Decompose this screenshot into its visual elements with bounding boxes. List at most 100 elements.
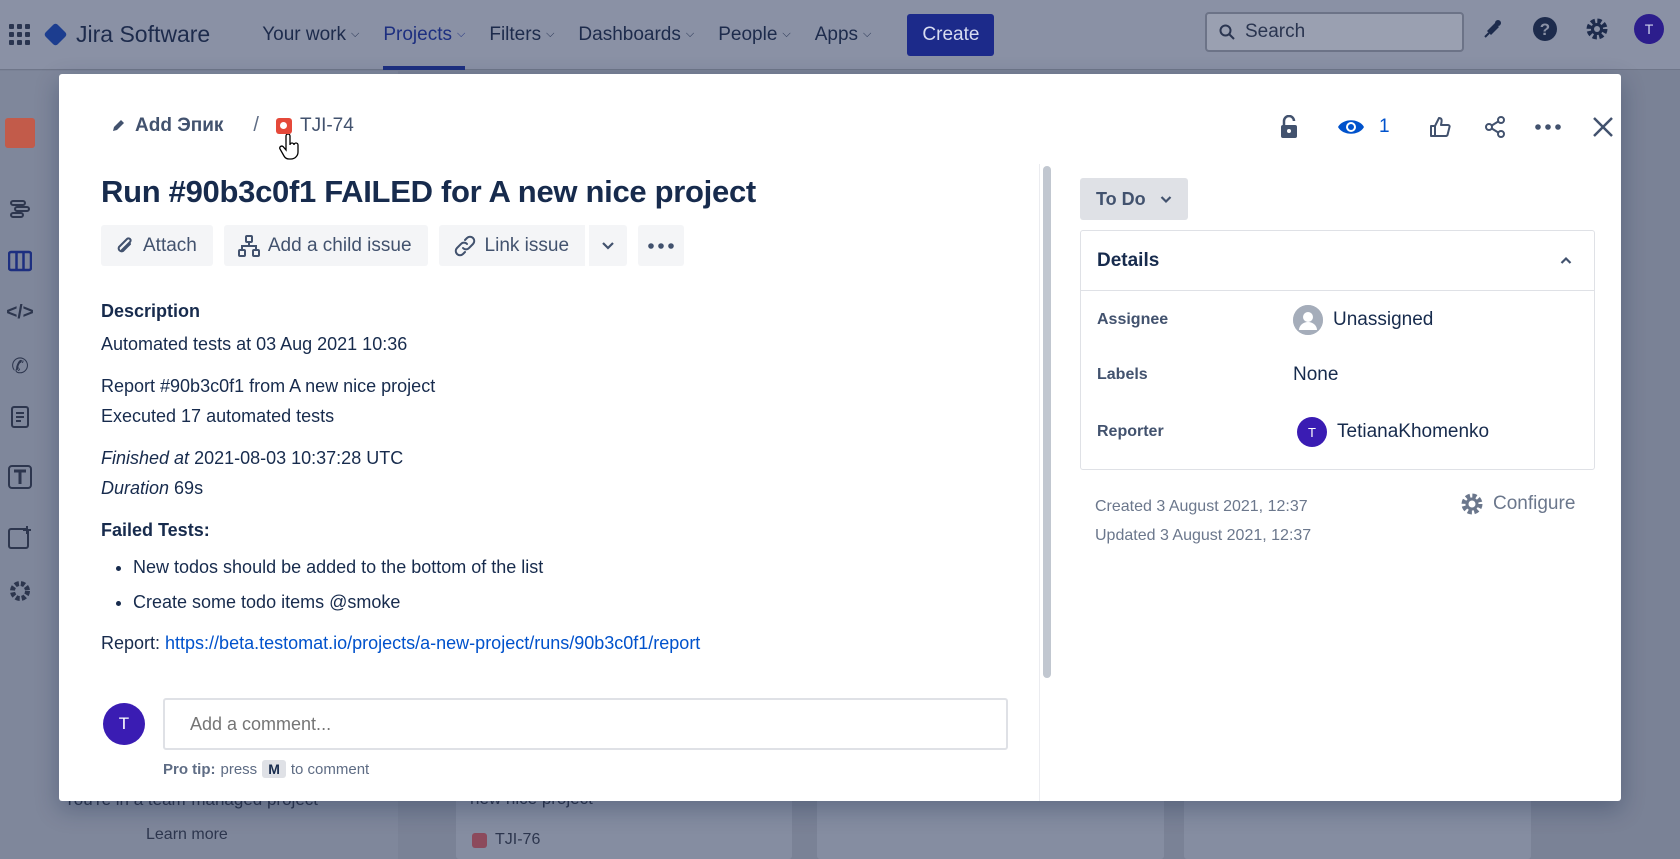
add-child-issue-button[interactable]: Add a child issue [223,225,428,266]
assignee-label: Assignee [1097,311,1169,328]
backdrop-card-key[interactable]: TJI-76 [472,831,540,849]
code-icon[interactable]: </> [6,300,33,326]
protip-suffix: to comment [290,760,370,778]
bug-icon [275,117,292,134]
issue-summary[interactable]: Run #90b3c0f1 FAILED for A new nice proj… [101,174,756,210]
scrollbar[interactable] [1043,166,1051,678]
user-avatar[interactable]: T [1634,14,1664,44]
search-input[interactable]: Search [1205,12,1464,52]
nav-people[interactable]: People ⌵ [706,0,803,70]
nav-label: People [718,23,778,45]
description-executed-line: Executed 17 automated tests [101,406,335,426]
nav-dashboards[interactable]: Dashboards ⌵ [566,0,706,70]
labels-field[interactable]: None [1293,364,1338,386]
issue-actions: 1 [1274,108,1618,146]
issue-modal: Add Эпик / TJI-74 1 Run #90b3c0f1 FAILED… [59,74,1621,801]
svg-text:?: ? [1540,20,1550,39]
description-finished: Finished at 2021-08-03 10:37:28 UTC [101,443,1021,473]
create-button[interactable]: Create [907,13,995,56]
nav-apps[interactable]: Apps ⌵ [803,0,884,70]
link-icon [454,235,475,256]
more-actions-button[interactable] [638,225,685,266]
nav-label: Filters [489,23,542,45]
comment-area: T [103,698,1008,750]
phone-icon[interactable]: ✆ [7,353,33,379]
created-date: Created 3 August 2021, 12:37 [1095,498,1308,515]
settings-icon[interactable] [1582,14,1612,44]
testomat-icon[interactable] [7,464,33,490]
attach-label: Attach [143,234,197,256]
card-key-label: TJI-76 [495,831,541,848]
chevron-down-icon: ⌵ [546,28,555,40]
configure-button[interactable]: Configure [1460,492,1575,516]
status-dropdown[interactable]: To Do [1080,178,1188,220]
assignee-row: Assignee Unassigned [1097,305,1433,335]
report-link[interactable]: https://beta.testomat.io/projects/a-new-… [165,633,700,653]
failed-tests-list: New todos should be added to the bottom … [133,550,1021,620]
watch-button[interactable]: 1 [1337,108,1390,146]
pro-tip: Pro tip: press M to comment [163,760,369,778]
finished-value: 2021-08-03 10:37:28 UTC [189,448,404,468]
pages-icon[interactable] [7,404,33,430]
nav-projects[interactable]: Projects ⌵ [371,0,477,70]
updated-date: Updated 3 August 2021, 12:37 [1095,527,1312,544]
reporter-field[interactable]: T TetianaKhomenko [1297,417,1489,447]
details-header[interactable]: Details [1081,231,1594,291]
duration-value: 69s [169,478,204,498]
chevron-down-icon: ⌵ [685,28,695,40]
nav-filters[interactable]: Filters ⌵ [477,0,566,70]
protip-label: Pro tip: [163,760,216,778]
link-issue-button[interactable]: Link issue [438,225,586,266]
close-icon[interactable] [1588,108,1618,146]
details-heading: Details [1097,249,1160,271]
nav-your-work[interactable]: Your work ⌵ [250,0,371,70]
breadcrumb: Add Эпик / TJI-74 [111,114,354,137]
notification-icon[interactable] [1478,14,1508,44]
add-shortcut-icon[interactable] [7,524,33,550]
watcher-count: 1 [1379,116,1390,137]
project-avatar-icon[interactable] [5,118,35,148]
assignee-field[interactable]: Unassigned [1293,305,1433,335]
nav-label: Projects [383,23,452,45]
jira-logo[interactable]: Jira Software [43,21,211,48]
help-icon[interactable]: ? [1530,14,1560,44]
app-switcher-icon[interactable] [9,23,31,46]
report-label: Report: [101,633,166,653]
chevron-down-icon [1160,195,1171,203]
link-issue-dropdown[interactable] [587,225,628,266]
lock-icon[interactable] [1274,108,1304,146]
assignee-value: Unassigned [1333,309,1434,330]
status-label: To Do [1096,188,1146,209]
attach-button[interactable]: Attach [101,225,213,266]
thumbs-up-icon[interactable] [1426,108,1454,146]
board-icon[interactable] [7,248,33,274]
gear-icon [1461,493,1483,515]
roadmap-icon[interactable] [7,196,33,222]
add-child-label: Add a child issue [267,234,412,256]
share-icon[interactable] [1481,108,1509,146]
search-placeholder: Search [1245,21,1306,42]
protip-press: press [220,760,258,778]
finished-label: Finished at [101,448,190,468]
nav-label: Apps [814,23,859,45]
product-name: Jira Software [76,21,211,47]
breadcrumb-separator: / [253,114,259,136]
learn-more-link[interactable]: Learn more [146,826,228,844]
chevron-down-icon: ⌵ [351,28,360,40]
project-settings-icon[interactable] [7,578,33,604]
comment-input[interactable] [163,698,1008,750]
pencil-icon [113,120,124,131]
add-epic-link[interactable]: Add Эпик [111,115,223,137]
description-automated-line: Automated tests at 03 Aug 2021 10:36 [101,334,408,354]
duration-label: Duration [101,478,170,498]
chevron-down-icon: ⌵ [863,28,872,40]
labels-row: Labels None [1097,364,1338,386]
issue-description[interactable]: Description Automated tests at 03 Aug 20… [101,296,1021,658]
child-issue-icon [237,234,260,257]
search-icon [1219,24,1235,40]
reporter-value: TetianaKhomenko [1337,421,1490,442]
top-right-icons: ? T [1478,14,1664,44]
more-icon[interactable] [1533,108,1563,146]
labels-value: None [1293,364,1339,385]
chevron-down-icon: ⌵ [457,28,466,40]
